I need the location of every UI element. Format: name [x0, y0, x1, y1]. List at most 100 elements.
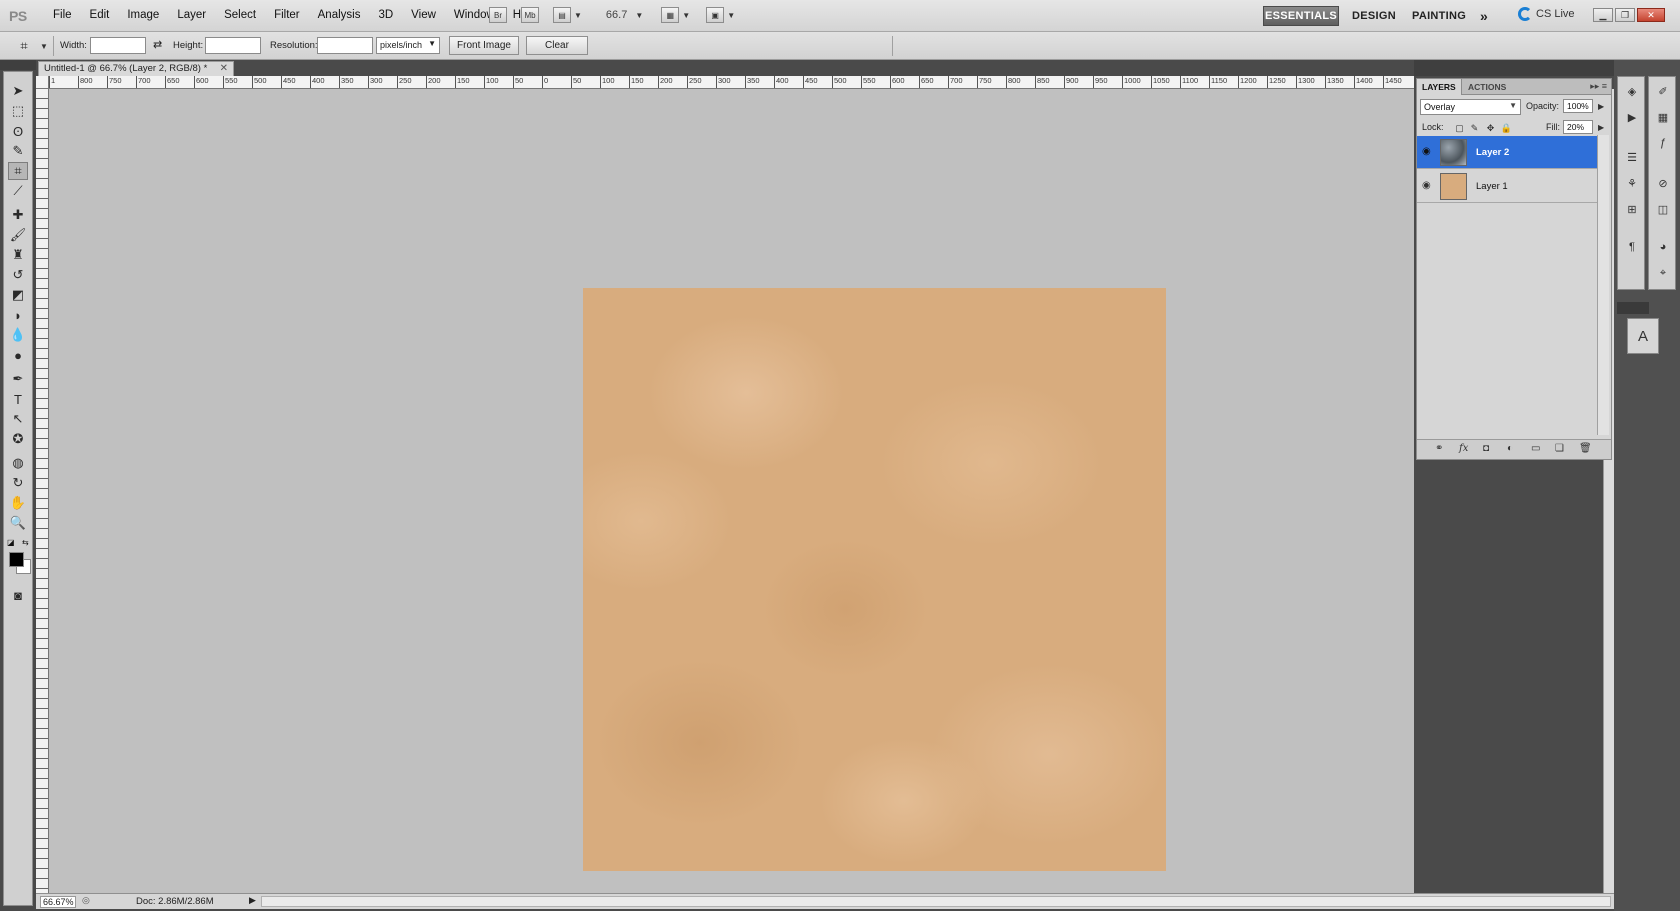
- crop-tool-icon[interactable]: ⌗: [8, 162, 28, 180]
- 3d-rotate-tool-icon[interactable]: ◍: [8, 454, 28, 472]
- masks-panel-icon[interactable]: ⊘: [1654, 175, 1672, 191]
- paint-bucket-tool-icon[interactable]: ◗: [8, 306, 28, 324]
- eraser-tool-icon[interactable]: ◩: [8, 286, 28, 304]
- canvas-area[interactable]: [49, 89, 1414, 893]
- blend-mode-select[interactable]: Overlay ▼: [1420, 99, 1521, 115]
- status-info-icon[interactable]: ◎: [82, 895, 90, 906]
- menu-layer[interactable]: Layer: [168, 9, 215, 21]
- character-panel-icon[interactable]: A: [1627, 318, 1659, 354]
- status-menu-arrow-icon[interactable]: ▶: [249, 895, 256, 906]
- layers-panel-icon[interactable]: ◈: [1623, 83, 1641, 99]
- brush-tool-icon[interactable]: 🖌: [8, 226, 28, 244]
- history-brush-tool-icon[interactable]: ↺: [8, 266, 28, 284]
- arrange-documents-icon[interactable]: ▦: [661, 7, 680, 23]
- quick-mask-icon[interactable]: ◙: [8, 586, 28, 604]
- dodge-tool-icon[interactable]: ●: [8, 346, 28, 364]
- close-icon[interactable]: ✕: [220, 63, 228, 74]
- document-tab[interactable]: Untitled-1 @ 66.7% (Layer 2, RGB/8) * ✕: [38, 61, 234, 76]
- type-tool-icon[interactable]: T: [8, 390, 28, 408]
- height-field[interactable]: [205, 37, 261, 54]
- document-canvas[interactable]: [583, 288, 1166, 871]
- zoom-level[interactable]: 66.7: [606, 9, 627, 21]
- front-image-button[interactable]: Front Image: [449, 36, 519, 55]
- resolution-field[interactable]: [317, 37, 373, 54]
- menu-3d[interactable]: 3D: [369, 9, 402, 21]
- panel-menu-icon[interactable]: ▸▸ ≡: [1590, 81, 1607, 92]
- menu-edit[interactable]: Edit: [81, 9, 119, 21]
- horizontal-ruler[interactable]: 1 800 750 700 650 600 550 500 450 400 350 300 250 200…: [36, 76, 1414, 89]
- adjustment-layer-icon[interactable]: ◐: [1507, 443, 1513, 454]
- clear-button[interactable]: Clear: [526, 36, 588, 55]
- mini-bridge-button[interactable]: Mb: [521, 7, 539, 23]
- actions-panel-icon[interactable]: ▶: [1623, 109, 1641, 125]
- history-panel-icon[interactable]: ◫: [1654, 201, 1672, 217]
- healing-brush-tool-icon[interactable]: ✚: [8, 206, 28, 224]
- chevron-down-icon[interactable]: ▼: [727, 11, 735, 20]
- layers-scrollbar[interactable]: [1597, 135, 1609, 435]
- restore-button[interactable]: ❐: [1615, 8, 1635, 22]
- brush-presets-icon[interactable]: ✐: [1654, 83, 1672, 99]
- menu-file[interactable]: File: [44, 9, 81, 21]
- zoom-tool-icon[interactable]: 🔍: [8, 514, 28, 532]
- fill-slider-arrow-icon[interactable]: ▶: [1598, 123, 1604, 132]
- swap-dimensions-icon[interactable]: ⇄: [153, 38, 162, 51]
- workspace-essentials[interactable]: ESSENTIALS: [1263, 6, 1339, 26]
- pen-tool-icon[interactable]: ✒: [8, 370, 28, 388]
- paths-panel-icon[interactable]: ⊞: [1623, 201, 1641, 217]
- view-extras-icon[interactable]: ▤: [553, 7, 571, 23]
- chevron-down-icon[interactable]: ▼: [682, 11, 690, 20]
- new-group-icon[interactable]: ▭: [1531, 443, 1540, 454]
- lasso-tool-icon[interactable]: ʘ: [8, 122, 28, 140]
- lock-transparency-icon[interactable]: ▢: [1454, 123, 1465, 134]
- swatches-panel-icon[interactable]: ▦: [1654, 109, 1672, 125]
- fill-field[interactable]: 20%: [1563, 120, 1593, 134]
- menu-select[interactable]: Select: [215, 9, 265, 21]
- workspace-painting[interactable]: PAINTING: [1412, 6, 1466, 26]
- blur-tool-icon[interactable]: 💧: [8, 326, 28, 344]
- 3d-orbit-tool-icon[interactable]: ↻: [8, 474, 28, 492]
- delete-layer-icon[interactable]: 🗑: [1579, 443, 1592, 454]
- menu-analysis[interactable]: Analysis: [309, 9, 370, 21]
- chevron-down-icon[interactable]: ▼: [574, 11, 582, 20]
- opacity-field[interactable]: 100%: [1563, 99, 1593, 113]
- clone-stamp-tool-icon[interactable]: ♜: [8, 246, 28, 264]
- channels-panel-icon[interactable]: ⚘: [1623, 175, 1641, 191]
- quick-selection-tool-icon[interactable]: ✎: [8, 142, 28, 160]
- tab-actions[interactable]: ACTIONS: [1463, 79, 1511, 95]
- layer-row-layer-1[interactable]: ◉ Layer 1: [1417, 170, 1597, 203]
- lock-position-icon[interactable]: ✥: [1485, 123, 1496, 134]
- paragraph-panel-icon[interactable]: ¶: [1623, 239, 1641, 255]
- close-window-button[interactable]: ✕: [1637, 8, 1665, 22]
- opacity-slider-arrow-icon[interactable]: ▶: [1598, 102, 1604, 111]
- menu-image[interactable]: Image: [118, 9, 168, 21]
- width-field[interactable]: [90, 37, 146, 54]
- vertical-ruler[interactable]: [36, 89, 49, 893]
- bridge-button[interactable]: Br: [489, 7, 507, 23]
- menu-filter[interactable]: Filter: [265, 9, 309, 21]
- cs-live[interactable]: CS Live: [1518, 7, 1575, 21]
- workspace-more-icon[interactable]: »: [1480, 6, 1488, 26]
- move-tool-icon[interactable]: ➤: [8, 82, 28, 100]
- add-mask-icon[interactable]: ◘: [1483, 443, 1489, 454]
- eyedropper-tool-icon[interactable]: ⟋: [8, 182, 28, 200]
- lock-pixels-icon[interactable]: ✎: [1469, 123, 1480, 134]
- navigator-panel-icon[interactable]: ⌖: [1654, 265, 1672, 281]
- new-layer-icon[interactable]: ❏: [1555, 443, 1564, 454]
- shape-tool-icon[interactable]: ✪: [8, 430, 28, 448]
- swap-colors-icon[interactable]: ⇆: [22, 538, 29, 547]
- layer-style-icon[interactable]: fx: [1459, 443, 1468, 454]
- styles-panel-icon[interactable]: ƒ: [1654, 135, 1672, 151]
- path-selection-tool-icon[interactable]: ↖: [8, 410, 28, 428]
- workspace-design[interactable]: DESIGN: [1352, 6, 1396, 26]
- link-layers-icon[interactable]: ⚭: [1435, 443, 1443, 454]
- eye-icon[interactable]: ◉: [1422, 180, 1431, 191]
- layer-row-layer-2[interactable]: ◉ Layer 2: [1417, 136, 1597, 169]
- tab-layers[interactable]: LAYERS: [1417, 79, 1462, 95]
- chevron-down-icon[interactable]: ▼: [635, 11, 643, 20]
- horizontal-scrollbar[interactable]: [261, 896, 1611, 907]
- chevron-down-icon[interactable]: ▼: [40, 42, 48, 51]
- resolution-units-select[interactable]: pixels/inch ▼: [376, 37, 440, 54]
- crop-tool-preset-icon[interactable]: ⌗: [14, 37, 34, 55]
- screen-mode-icon[interactable]: ▣: [706, 7, 725, 23]
- minimize-button[interactable]: ▁: [1593, 8, 1613, 22]
